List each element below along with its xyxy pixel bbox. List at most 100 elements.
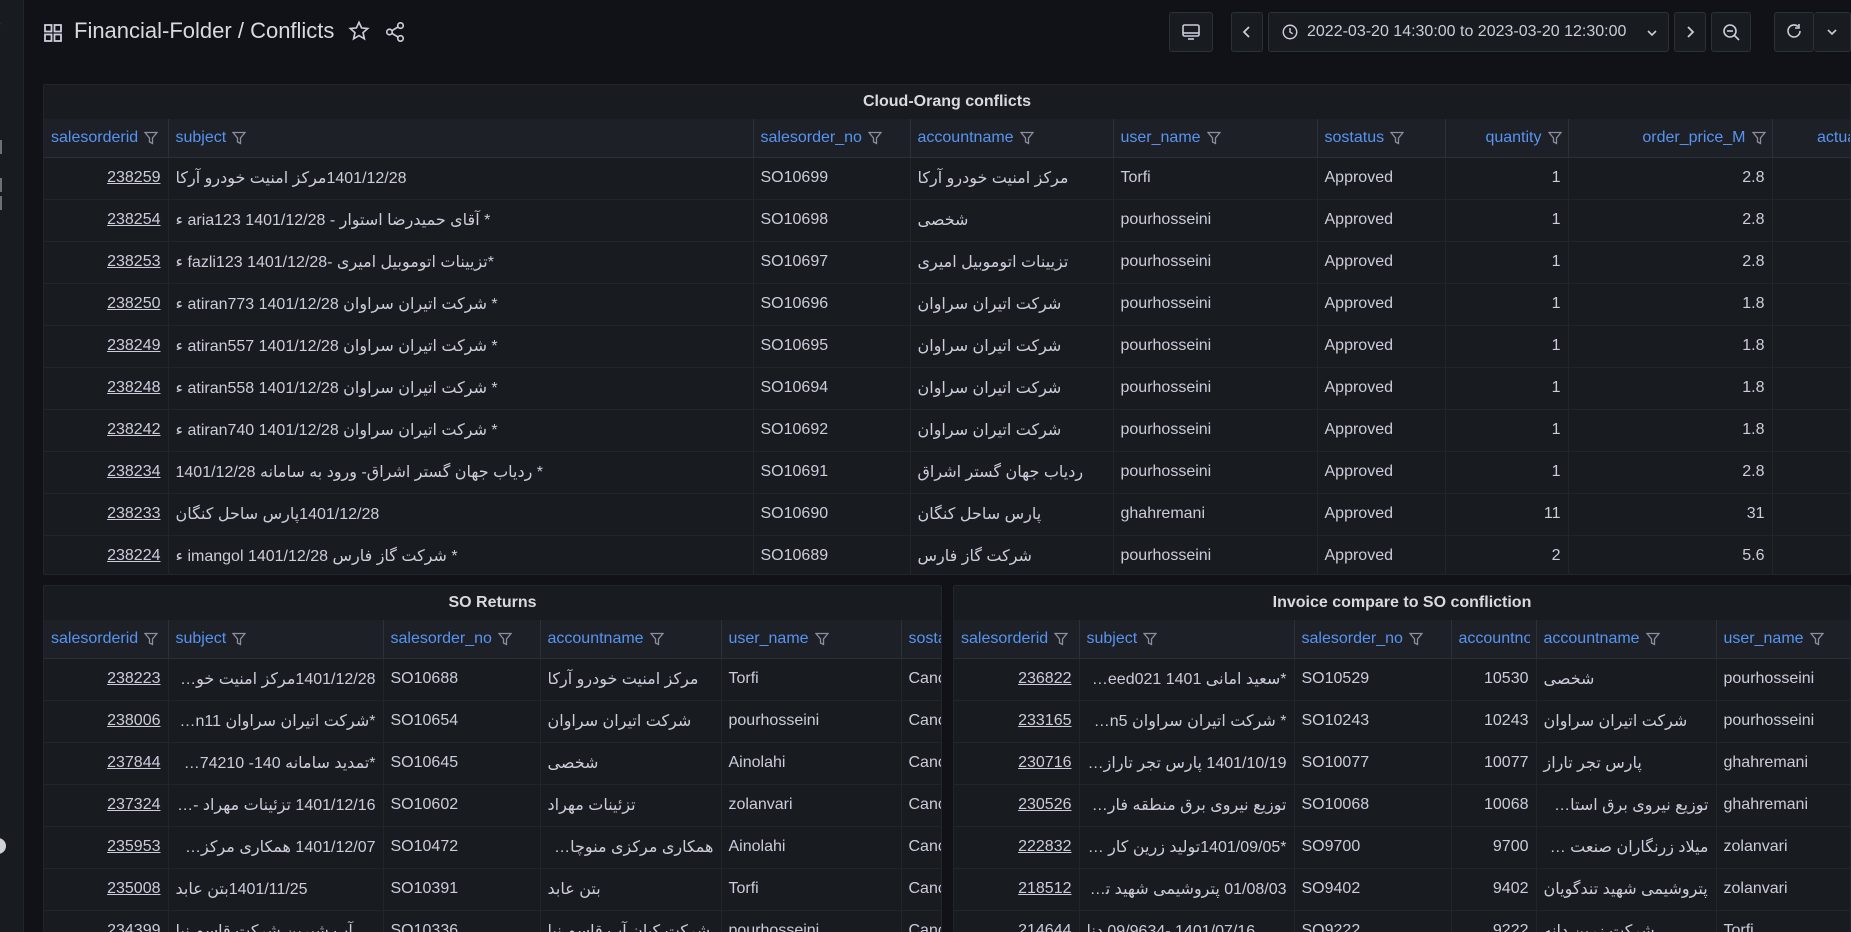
column-header-sostatus[interactable]: sostatus	[1317, 119, 1446, 158]
filter-icon[interactable]	[1645, 632, 1660, 646]
column-header-user-name[interactable]: user_name	[1113, 119, 1318, 158]
filter-icon[interactable]	[814, 632, 829, 646]
table-row[interactable]: 237844*تمدید سامانه Gh74210 -140...SO106…	[44, 742, 941, 785]
table-row[interactable]: 214644 1401/07/16 -09/9634 دنا SO9222 9222 ش…	[954, 910, 1850, 932]
column-header-order-price-m[interactable]: order_price_M	[1568, 119, 1773, 158]
table-row[interactable]: 235008 1401/11/25بتن عابد SO10391 بتن عابد T…	[44, 868, 941, 911]
filter-icon[interactable]	[1408, 632, 1423, 646]
table-row[interactable]: 236822 *سعید امانی saeed021 1401... SO1052…	[954, 658, 1850, 701]
refresh-button[interactable]	[1774, 12, 1814, 52]
table-row[interactable]: 238253 *تزیینات اتوموبیل امیری -fazli123 …	[44, 241, 1850, 284]
time-forward-button[interactable]	[1674, 12, 1706, 52]
column-header-accountname[interactable]: accountname	[910, 119, 1114, 158]
cell-salesorderid[interactable]: 238006	[44, 700, 169, 743]
table-row[interactable]: 238006*شرکت اتیران سراوان atiran11...SO1…	[44, 700, 941, 743]
column-header-actual-price-m[interactable]: actual_price_M	[1772, 119, 1850, 158]
filter-icon[interactable]	[144, 632, 159, 646]
cell-salesorderid[interactable]: 237844	[44, 742, 169, 785]
column-header-accountno[interactable]: accountno	[1451, 620, 1537, 659]
cell-salesorderid[interactable]: 238253	[44, 241, 169, 284]
panel-title[interactable]: Invoice compare to SO confliction	[954, 586, 1850, 620]
column-header-salesorder-no[interactable]: salesorder_no	[383, 620, 541, 659]
cell-salesorderid[interactable]: 235953	[44, 826, 169, 869]
table-row[interactable]: 21851201/08/03 پتروشیمی شهید تندگویانSO9…	[954, 868, 1850, 911]
nav-item-icon[interactable]	[0, 178, 3, 192]
column-header-user-name[interactable]: user_name	[1716, 620, 1850, 659]
filter-icon[interactable]	[649, 632, 664, 646]
table-row[interactable]: 222832 *1401/09/05تولید زرین کار جم SO9700…	[954, 826, 1850, 869]
filter-icon[interactable]	[1547, 131, 1562, 145]
nav-item-icon[interactable]	[0, 140, 3, 154]
column-header-subject[interactable]: subject	[1079, 620, 1295, 659]
filter-icon[interactable]	[1206, 131, 1221, 145]
cell-salesorderid[interactable]: 238242	[44, 409, 169, 452]
column-header-sostatus[interactable]: sostatus	[901, 620, 941, 659]
column-header-salesorderid[interactable]: salesorderid	[44, 119, 169, 158]
filter-icon[interactable]	[1019, 131, 1034, 145]
cell-salesorderid[interactable]: 214644	[954, 910, 1080, 932]
column-header-user-name[interactable]: user_name	[721, 620, 902, 659]
refresh-interval-picker[interactable]	[1814, 12, 1851, 52]
share-icon[interactable]	[384, 21, 406, 43]
column-header-subject[interactable]: subject	[168, 620, 384, 659]
cell-salesorderid[interactable]: 218512	[954, 868, 1080, 911]
filter-icon[interactable]	[1751, 131, 1766, 145]
table-row[interactable]: 238254 * آقای حمیدرضا استوار - aria123 14…	[44, 199, 1850, 242]
cell-salesorderid[interactable]: 233165	[954, 700, 1080, 743]
filter-icon[interactable]	[1390, 131, 1405, 145]
cell-salesorderid[interactable]: 236822	[954, 658, 1080, 701]
table-row[interactable]: 238259 1401/12/28مرکز امنیت خودرو آرکا SO1…	[44, 157, 1850, 200]
filter-icon[interactable]	[1054, 632, 1069, 646]
filter-icon[interactable]	[497, 632, 512, 646]
table-row[interactable]: 238248 * شرکت اتیران سراوان atiran558 140…	[44, 367, 1850, 410]
cell-salesorderid[interactable]: 222832	[954, 826, 1080, 869]
table-row[interactable]: 230526 توزیع نیروی برق منطقه فارس*-... SO1…	[954, 784, 1850, 827]
column-header-accountname[interactable]: accountname	[540, 620, 722, 659]
cell-salesorderid[interactable]: 238223	[44, 658, 169, 701]
panel-title[interactable]: Cloud-Orang conflicts	[44, 85, 1850, 119]
filter-icon[interactable]	[232, 131, 247, 145]
cell-salesorderid[interactable]: 238259	[44, 157, 169, 200]
table-row[interactable]: 238224 * شرکت گاز فارس imangol 1401/12/28…	[44, 535, 1850, 574]
nav-item-icon[interactable]	[0, 196, 3, 210]
filter-icon[interactable]	[232, 632, 247, 646]
cell-salesorderid[interactable]: 238249	[44, 325, 169, 368]
apps-icon[interactable]	[44, 24, 62, 42]
grafana-logo-icon[interactable]: ◐	[0, 18, 6, 35]
cell-salesorderid[interactable]: 238233	[44, 493, 169, 536]
table-row[interactable]: 238242 * شرکت اتیران سراوان atiran740 140…	[44, 409, 1850, 452]
column-header-accountname[interactable]: accountname	[1536, 620, 1717, 659]
star-icon[interactable]	[348, 20, 370, 42]
table-row[interactable]: 233165* شرکت اتیران سراوان atiran5...SO1…	[954, 700, 1850, 743]
cell-salesorderid[interactable]: 230526	[954, 784, 1080, 827]
filter-icon[interactable]	[144, 131, 159, 145]
cell-salesorderid[interactable]: 238234	[44, 451, 169, 494]
cell-salesorderid[interactable]: 230716	[954, 742, 1080, 785]
column-header-salesorderid[interactable]: salesorderid	[954, 620, 1080, 659]
cell-salesorderid[interactable]: 238250	[44, 283, 169, 326]
column-header-salesorder-no[interactable]: salesorder_no	[1294, 620, 1452, 659]
panel-title[interactable]: SO Returns	[44, 586, 941, 620]
cell-salesorderid[interactable]: 235008	[44, 868, 169, 911]
cell-salesorderid[interactable]: 238254	[44, 199, 169, 242]
cell-salesorderid[interactable]: 238248	[44, 367, 169, 410]
filter-icon[interactable]	[1143, 632, 1158, 646]
table-row[interactable]: 238250 * شرکت اتیران سراوان atiran773 140…	[44, 283, 1850, 326]
table-row[interactable]: 238234 * ردیاب جهان گستر اشراق- ورود به س…	[44, 451, 1850, 494]
table-row[interactable]: 238249 * شرکت اتیران سراوان atiran557 140…	[44, 325, 1850, 368]
column-header-quantity[interactable]: quantity	[1445, 119, 1569, 158]
cell-salesorderid[interactable]: 238224	[44, 535, 169, 574]
cell-salesorderid[interactable]: 237324	[44, 784, 169, 827]
time-back-button[interactable]	[1231, 12, 1263, 52]
filter-icon[interactable]	[1809, 632, 1824, 646]
column-header-salesorderid[interactable]: salesorderid	[44, 620, 169, 659]
table-row[interactable]: 2373241401/12/16 تزئینات مهراد - افزایش …	[44, 784, 941, 827]
column-header-salesorder-no[interactable]: salesorder_no	[753, 119, 911, 158]
time-range-picker[interactable]: 2022-03-20 14:30:00 to 2023-03-20 12:30:…	[1268, 12, 1669, 52]
column-header-subject[interactable]: subject	[168, 119, 754, 158]
cell-salesorderid[interactable]: 234399	[44, 910, 169, 932]
tv-mode-button[interactable]	[1169, 12, 1213, 52]
table-row[interactable]: 234399 آب شیرین شرکت قاسم نیا SO10336 شرکت …	[44, 910, 941, 932]
table-row[interactable]: 2307161401/10/19 پارس تجر تاراز - بیمه س…	[954, 742, 1850, 785]
zoom-out-button[interactable]	[1711, 12, 1751, 52]
